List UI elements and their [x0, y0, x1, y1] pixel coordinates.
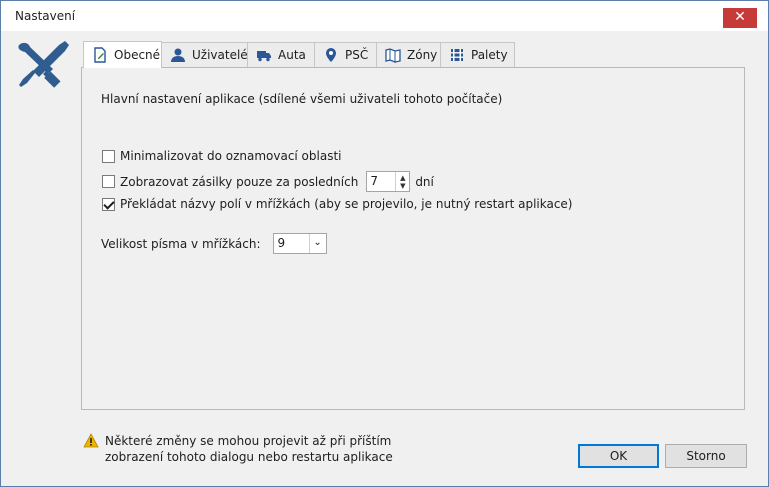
map-pin-icon: [326, 48, 336, 62]
option-label: Minimalizovat do oznamovací oblasti: [120, 149, 342, 163]
stepper-arrows[interactable]: ▲ ▼: [395, 172, 409, 191]
font-size-select[interactable]: 9 ⌄: [272, 233, 327, 254]
tab-label: Zóny: [407, 48, 438, 62]
minimize-to-tray-checkbox[interactable]: [102, 149, 115, 163]
ok-button[interactable]: OK: [578, 444, 659, 468]
option-translate-field-names[interactable]: Překládat názvy polí v mřížkách (aby se …: [102, 197, 572, 211]
chevron-down-icon[interactable]: ▼: [400, 182, 405, 190]
font-size-value[interactable]: 9: [274, 234, 309, 253]
page-edit-icon: [94, 47, 106, 63]
map-icon: [385, 48, 401, 63]
window-title: Nastavení: [15, 9, 76, 23]
truck-icon: [257, 51, 271, 62]
tab-panel-obecne: Hlavní nastavení aplikace (sdílené všemi…: [81, 67, 745, 410]
chevron-down-icon[interactable]: ⌄: [308, 234, 326, 253]
option-minimize-to-tray[interactable]: Minimalizovat do oznamovací oblasti: [102, 149, 342, 163]
option-recent-shipments[interactable]: Zobrazovat zásilky pouze za posledních 7…: [102, 171, 434, 192]
warning-line-1: Některé změny se mohou projevit až při p…: [105, 434, 392, 448]
tab-label: Auta: [278, 48, 306, 62]
tab-label: PSČ: [345, 48, 369, 62]
chevron-up-icon[interactable]: ▲: [400, 174, 405, 182]
days-value[interactable]: 7: [367, 172, 395, 191]
tab-uzivatele[interactable]: Uživatelé: [161, 42, 248, 67]
font-size-label: Velikost písma v mřížkách:: [101, 236, 261, 251]
warning-line-2: zobrazení tohoto dialogu nebo restartu a…: [105, 450, 393, 464]
user-icon: [171, 48, 185, 62]
tab-label: Palety: [471, 48, 508, 62]
title-bar[interactable]: Nastavení ✕: [1, 1, 768, 31]
recent-shipments-checkbox[interactable]: [102, 175, 115, 188]
font-size-row: Velikost písma v mřížkách: 9 ⌄: [101, 233, 327, 254]
days-stepper[interactable]: 7 ▲ ▼: [366, 171, 411, 192]
cancel-button[interactable]: Storno: [665, 444, 747, 468]
tab-label: Uživatelé: [192, 48, 248, 62]
restart-warning: Některé změny se mohou projevit až při p…: [83, 433, 393, 465]
warning-icon: [83, 433, 99, 448]
section-description: Hlavní nastavení aplikace (sdílené všemi…: [101, 92, 503, 106]
settings-dialog: Nastavení ✕ Obecné Uživatelé Auta PSČ Zó…: [0, 0, 769, 487]
tab-obecne[interactable]: Obecné: [83, 41, 162, 68]
option-label: Překládat názvy polí v mřížkách (aby se …: [120, 197, 573, 211]
days-suffix: dní: [415, 174, 434, 189]
tools-icon: [13, 39, 73, 91]
tab-palety[interactable]: Palety: [440, 42, 515, 67]
pallet-icon: [451, 49, 463, 61]
tab-psc[interactable]: PSČ: [314, 42, 377, 67]
tab-auta[interactable]: Auta: [247, 42, 315, 67]
translate-field-names-checkbox[interactable]: [102, 197, 115, 211]
option-label: Zobrazovat zásilky pouze za posledních: [120, 174, 359, 189]
tab-label: Obecné: [114, 48, 161, 62]
close-button[interactable]: ✕: [723, 8, 757, 28]
tab-zony[interactable]: Zóny: [376, 42, 441, 67]
